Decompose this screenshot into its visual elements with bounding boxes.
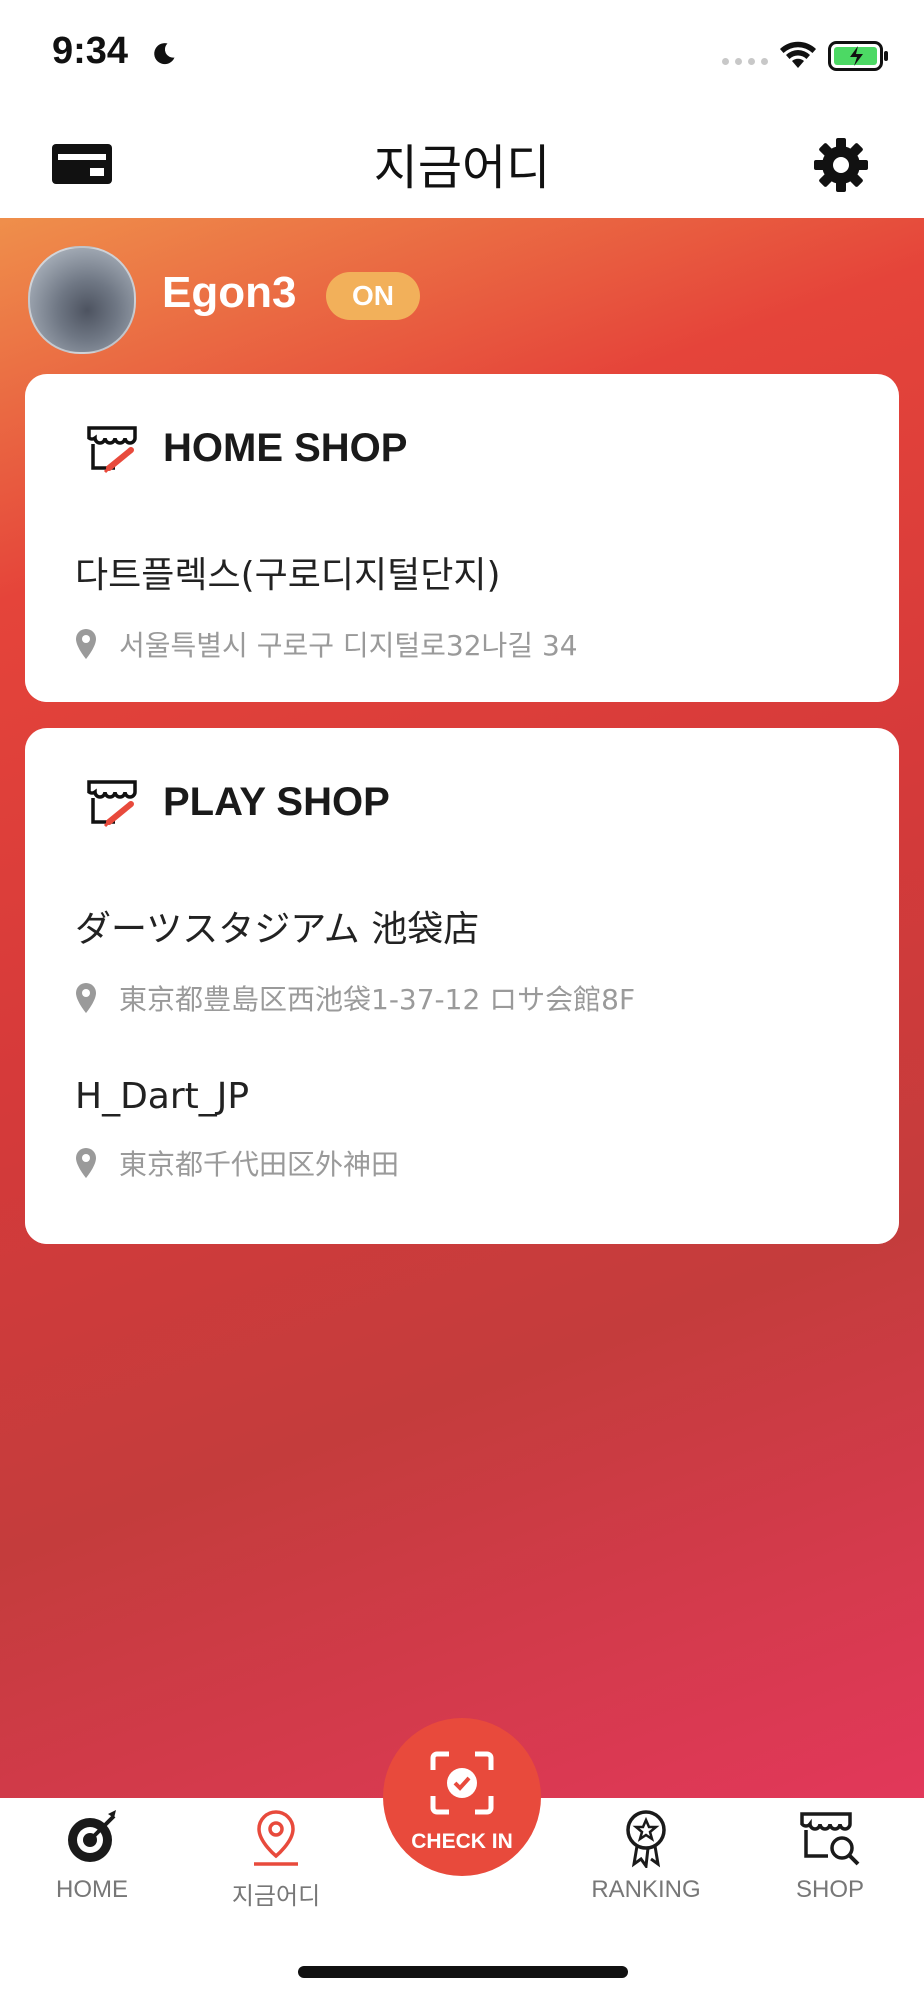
shop-address-text: 東京都豊島区西池袋1-37-12 ロサ会館8F [119,983,636,1016]
nav-where-label: 지금어디 [231,1883,321,1910]
home-indicator[interactable] [298,1966,628,1978]
nav-shop-label: SHOP [795,1876,864,1903]
nav-ranking-label: RANKING [591,1876,701,1903]
check-in-label: CHECK IN [411,1830,513,1853]
app-header: 지금어디 [0,110,924,219]
page-title: 지금어디 [373,140,551,196]
username: Egon3 [162,268,297,317]
status-badge: ON [326,272,420,320]
location-pin-icon [76,1148,96,1178]
play-shop-list: ダーツスタジアム 池袋店 東京都豊島区西池袋1-37-12 ロサ会館8F H_D… [25,866,899,1244]
list-item[interactable]: ダーツスタジアム 池袋店 東京都豊島区西池袋1-37-12 ロサ会館8F [25,866,899,1018]
play-shop-card: PLAY SHOP ダーツスタジアム 池袋店 東京都豊島区西池袋1-37-12 … [25,728,899,1244]
shop-name: H_Dart_JP [75,1076,250,1117]
nav-home-label: HOME [56,1876,128,1903]
wifi-icon [780,41,816,68]
moon-icon [154,43,175,65]
nav-ranking[interactable]: RANKING [586,1808,706,1904]
home-shop-header: HOME SHOP [25,374,899,512]
shop-search-icon [800,1812,860,1866]
shop-name: 다트플렉스(구로디지털단지) [75,555,501,596]
play-shop-header: PLAY SHOP [25,728,899,866]
location-pin-icon [76,629,96,659]
avatar[interactable] [28,246,136,354]
medal-icon [626,1810,666,1868]
shop-address: 서울특별시 구로구 디지털로32나길 34 [75,624,849,664]
list-item[interactable]: 다트플렉스(구로디지털단지) 서울특별시 구로구 디지털로32나길 34 [25,512,899,664]
main-content: Egon3 ON HOME SHOP 다트플렉스(구로디지털단지) 서울특별시 … [0,218,924,1798]
battery-charging-icon [828,41,888,71]
dart-shop-icon [87,426,137,474]
shop-address: 東京都千代田区外神田 [75,1143,849,1183]
nav-shop[interactable]: SHOP [770,1808,890,1904]
status-time: 9:34 [52,30,129,72]
shop-address-text: 東京都千代田区外神田 [119,1148,400,1181]
cellular-signal-icon [722,58,768,65]
scan-check-icon [430,1751,494,1815]
shop-address-text: 서울특별시 구로구 디지털로32나길 34 [119,629,578,662]
shop-name: ダーツスタジアム 池袋店 [75,909,480,950]
nav-where[interactable]: 지금어디 [216,1808,336,1911]
status-bar: 9:34 [0,0,924,110]
nav-home[interactable]: HOME [32,1808,152,1904]
check-in-button[interactable]: CHECK IN [383,1718,541,1876]
settings-gear-icon[interactable] [812,136,870,194]
home-shop-title: HOME SHOP [163,426,408,470]
location-pin-icon [76,983,96,1013]
home-shop-card: HOME SHOP 다트플렉스(구로디지털단지) 서울특별시 구로구 디지털로3… [25,374,899,702]
list-item[interactable]: H_Dart_JP 東京都千代田区外神田 [25,1018,899,1183]
dartboard-icon [68,1810,116,1862]
home-shop-list: 다트플렉스(구로디지털단지) 서울특별시 구로구 디지털로32나길 34 [25,512,899,702]
dart-shop-icon [87,780,137,828]
shop-address: 東京都豊島区西池袋1-37-12 ロサ会館8F [75,978,849,1018]
play-shop-title: PLAY SHOP [163,780,390,824]
map-pin-icon [254,1810,298,1866]
